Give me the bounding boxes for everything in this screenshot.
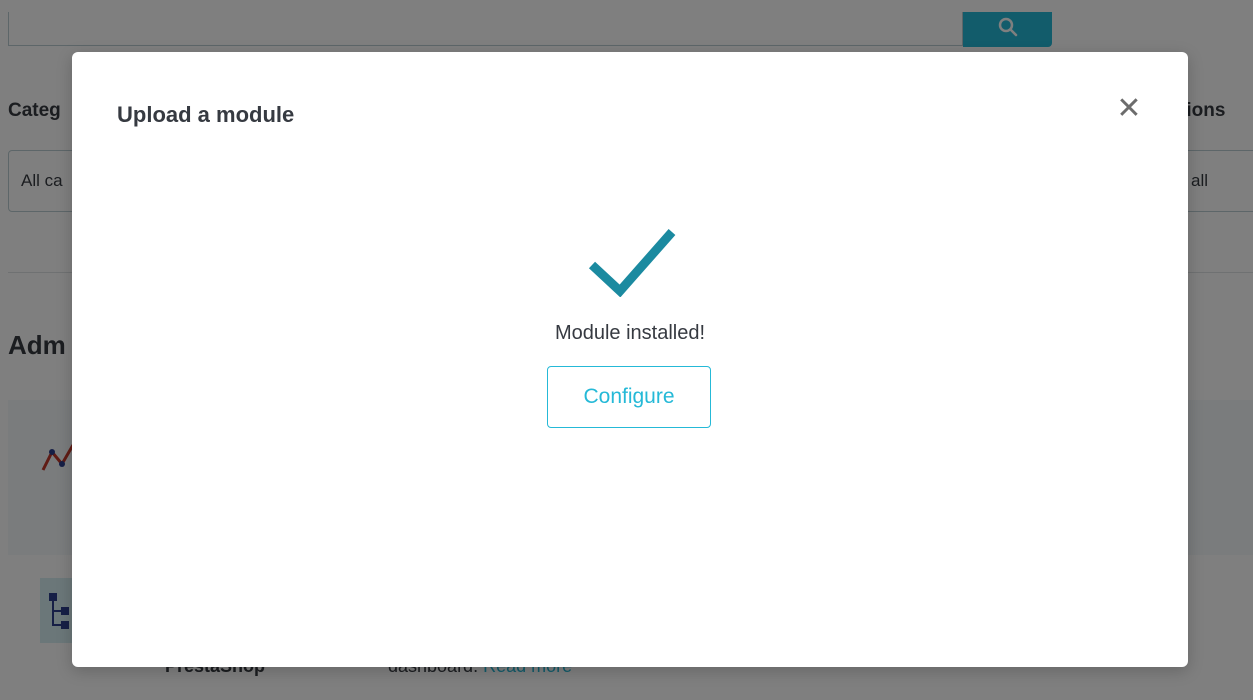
upload-module-modal: Upload a module ✕ Module installed! Conf… <box>72 52 1188 667</box>
close-icon: ✕ <box>1116 92 1142 125</box>
configure-button[interactable]: Configure <box>547 366 711 428</box>
close-button[interactable]: ✕ <box>1114 94 1144 124</box>
status-message: Module installed! <box>554 322 706 344</box>
checkmark-icon <box>587 227 677 298</box>
modal-title: Upload a module <box>117 102 295 127</box>
